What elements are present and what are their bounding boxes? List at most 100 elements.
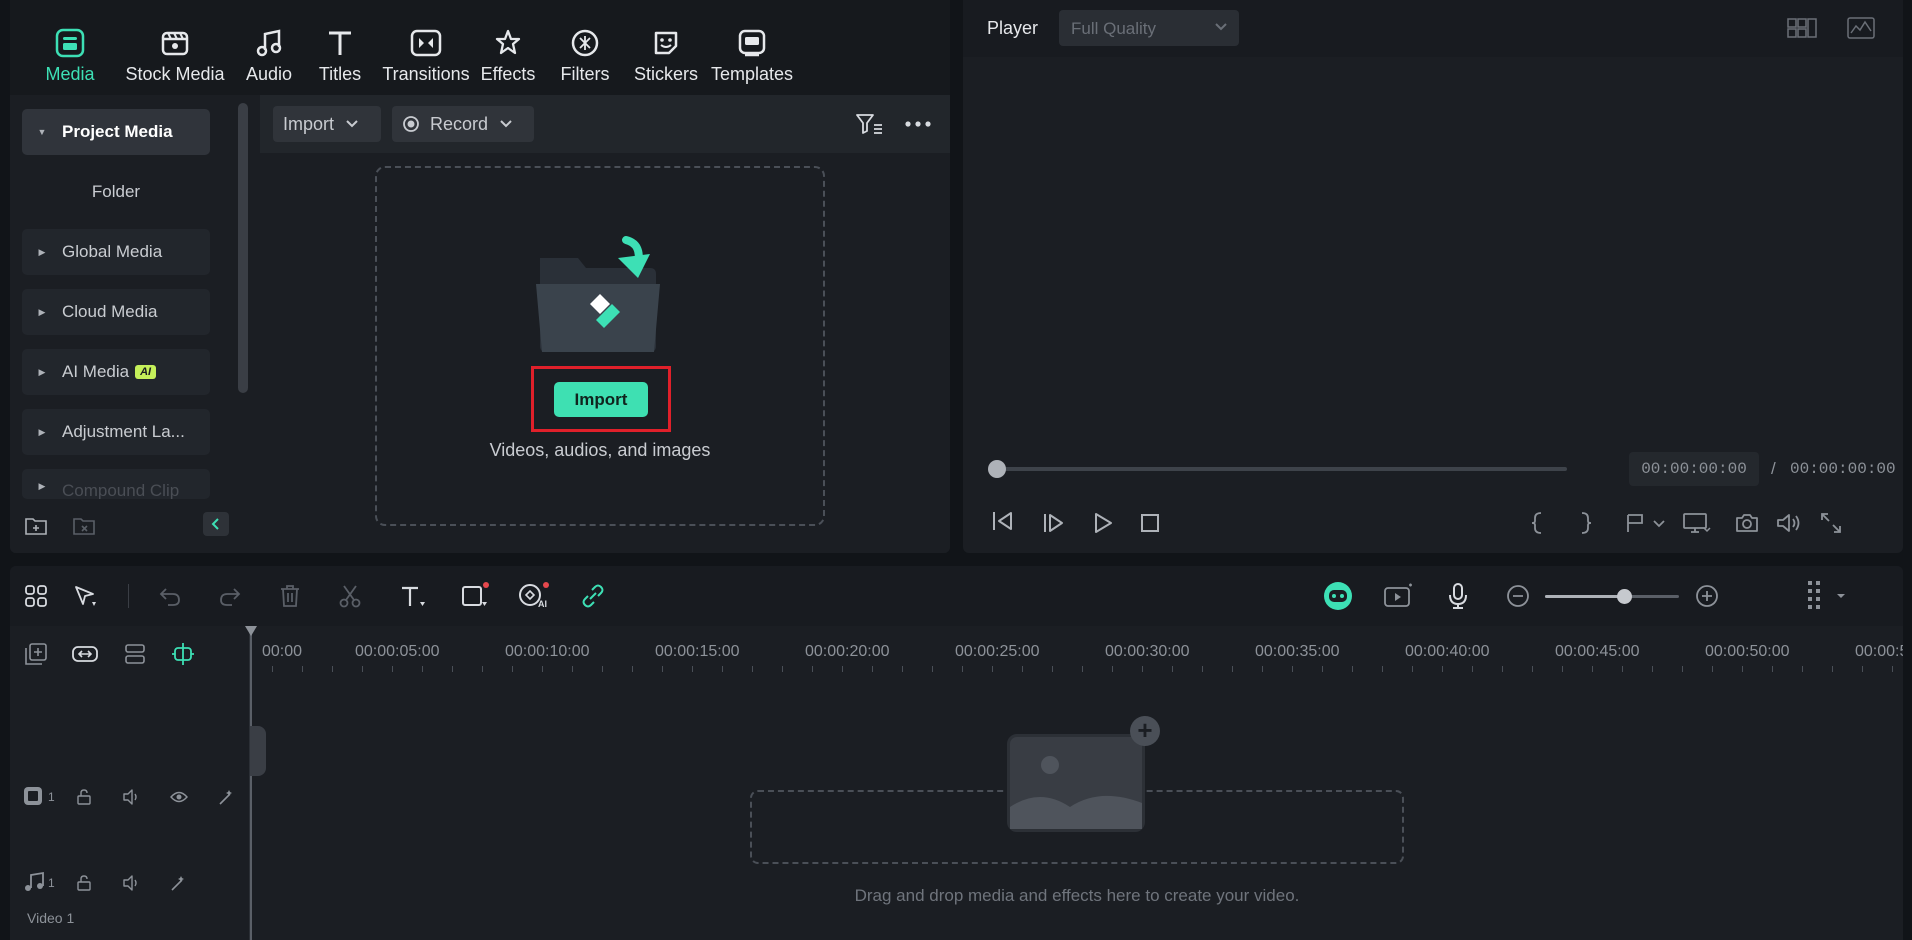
ruler-tick	[1412, 666, 1413, 672]
player-panel: Player Full Quality 00:00:00:00 / 00:00:…	[963, 0, 1903, 553]
import-button[interactable]: Import	[554, 382, 648, 417]
tab-stock-media[interactable]: Stock Media	[120, 0, 230, 95]
ruler-tick	[1562, 666, 1563, 672]
app-window: Media Stock Media Audio Titles Transitio…	[0, 0, 1912, 940]
ruler-label: 00:00:10:00	[505, 643, 590, 660]
waveform-monitor-icon[interactable]	[1846, 16, 1876, 40]
new-folder-icon[interactable]	[24, 514, 48, 538]
volume-icon[interactable]	[1775, 510, 1803, 536]
ruler-tick	[272, 666, 273, 672]
marker-dropdown-icon[interactable]	[1623, 510, 1669, 536]
svg-text:AI: AI	[538, 599, 547, 609]
sidebar-item-project-media[interactable]: ▼ Project Media	[22, 109, 210, 155]
tab-effects[interactable]: Effects	[480, 0, 536, 95]
playhead-marker[interactable]	[245, 626, 257, 636]
eye-icon[interactable]	[167, 786, 191, 808]
tab-media[interactable]: Media	[40, 0, 100, 95]
display-settings-icon[interactable]	[1681, 510, 1713, 536]
play-icon[interactable]	[1090, 510, 1116, 536]
sidebar-item-ai-media-label: AI Media	[62, 362, 130, 381]
lock-icon[interactable]	[72, 786, 96, 808]
split-scissors-icon[interactable]	[336, 582, 364, 610]
ruler-tick	[1352, 666, 1353, 672]
filter-sort-icon[interactable]	[854, 111, 884, 137]
tab-stickers[interactable]: Stickers	[634, 0, 698, 95]
timeline-toolbar: AI	[10, 566, 1903, 626]
tab-filters[interactable]: Filters	[560, 0, 610, 95]
layout-modules-icon[interactable]	[22, 582, 50, 610]
sidebar-item-folder-label: Folder	[91, 182, 141, 201]
playhead-line[interactable]	[250, 626, 252, 940]
sidebar-item-adjustment-layer[interactable]: ▶ Adjustment La...	[22, 409, 210, 455]
redo-icon[interactable]	[216, 582, 244, 610]
ruler-tick	[1442, 666, 1443, 672]
tab-audio-label: Audio	[245, 64, 293, 84]
ruler-tick	[512, 666, 513, 672]
ruler-tick	[1592, 666, 1593, 672]
sidebar-item-compound-clip[interactable]: ▶ Compound Clip	[22, 469, 210, 499]
link-chain-icon[interactable]	[578, 582, 608, 610]
record-dropdown-label: Record	[430, 113, 489, 134]
ruler-tick	[962, 666, 963, 672]
stop-icon[interactable]	[1137, 510, 1163, 536]
undo-icon[interactable]	[156, 582, 184, 610]
delete-folder-icon[interactable]	[72, 514, 96, 538]
snap-magnet-icon[interactable]	[168, 640, 198, 668]
current-timecode[interactable]: 00:00:00:00	[1629, 452, 1759, 486]
ruler-label: 00:00:05:00	[355, 643, 440, 660]
import-dropdown-button[interactable]: Import	[273, 106, 381, 142]
effect-wand-icon[interactable]	[215, 786, 239, 808]
tab-templates[interactable]: Templates	[711, 0, 793, 95]
mark-out-icon[interactable]	[1575, 510, 1597, 536]
collapse-sidebar-icon[interactable]	[203, 512, 229, 536]
lock-icon[interactable]	[72, 872, 96, 894]
playback-scrubber[interactable]	[997, 467, 1567, 471]
speaker-icon[interactable]	[120, 872, 144, 894]
microphone-icon[interactable]	[1443, 580, 1473, 612]
tab-audio[interactable]: Audio	[240, 0, 298, 95]
more-options-icon[interactable]	[903, 111, 933, 137]
timecode-separator: /	[1771, 459, 1776, 478]
tab-transitions[interactable]: Transitions	[380, 0, 472, 95]
ai-copilot-icon[interactable]	[1321, 580, 1355, 612]
zoom-out-icon[interactable]	[1504, 582, 1532, 610]
sidebar-item-ai-media[interactable]: ▶ AI Media AI	[22, 349, 210, 395]
quality-dropdown[interactable]: Full Quality	[1059, 10, 1239, 46]
speaker-icon[interactable]	[120, 786, 144, 808]
effect-wand-icon[interactable]	[167, 872, 191, 894]
record-dropdown-button[interactable]: Record	[392, 106, 534, 142]
scrubber-knob[interactable]	[988, 460, 1006, 478]
ruler-tick	[1532, 666, 1533, 672]
fullscreen-icon[interactable]	[1817, 510, 1845, 536]
delete-trash-icon[interactable]	[276, 582, 304, 610]
snapshot-camera-icon[interactable]	[1733, 510, 1761, 536]
prev-frame-icon[interactable]	[991, 510, 1015, 532]
zoom-slider-knob[interactable]	[1617, 589, 1632, 604]
layout-grid-icon[interactable]	[1786, 16, 1818, 40]
sidebar-item-folder[interactable]: Folder	[22, 169, 210, 215]
add-track-icon[interactable]	[22, 640, 50, 668]
ai-tools-icon[interactable]: AI	[517, 580, 551, 610]
sidebar-item-cloud-media[interactable]: ▶ Cloud Media	[22, 289, 210, 335]
mark-in-icon[interactable]	[1526, 510, 1548, 536]
tab-titles[interactable]: Titles	[312, 0, 368, 95]
crop-shape-icon[interactable]	[459, 580, 491, 610]
link-clip-icon[interactable]	[70, 640, 100, 668]
caret-down-icon: ▼	[37, 127, 47, 137]
ai-badge: AI	[135, 365, 157, 379]
track-layout-icon[interactable]	[120, 640, 150, 668]
next-frame-icon[interactable]	[1040, 510, 1068, 536]
sidebar-item-global-media[interactable]: ▶ Global Media	[22, 229, 210, 275]
ruler-tick	[1322, 666, 1323, 672]
timeline-ruler[interactable]: 00:00 00:00:05:00 00:00:10:00 00:00:15:0…	[250, 626, 1903, 672]
ruler-tick	[1892, 666, 1893, 672]
drop-add-plus-icon: +	[1130, 716, 1160, 746]
track-settings-dropdown-icon[interactable]	[1803, 578, 1855, 614]
auto-reframe-camera-icon[interactable]	[1382, 580, 1416, 612]
select-arrow-icon[interactable]	[71, 582, 101, 610]
sidebar-item-global-media-label: Global Media	[62, 242, 163, 261]
zoom-in-icon[interactable]	[1693, 582, 1721, 610]
track-resize-handle[interactable]	[250, 726, 266, 776]
add-text-icon[interactable]	[398, 582, 428, 610]
sidebar-scrollbar[interactable]	[238, 103, 248, 393]
